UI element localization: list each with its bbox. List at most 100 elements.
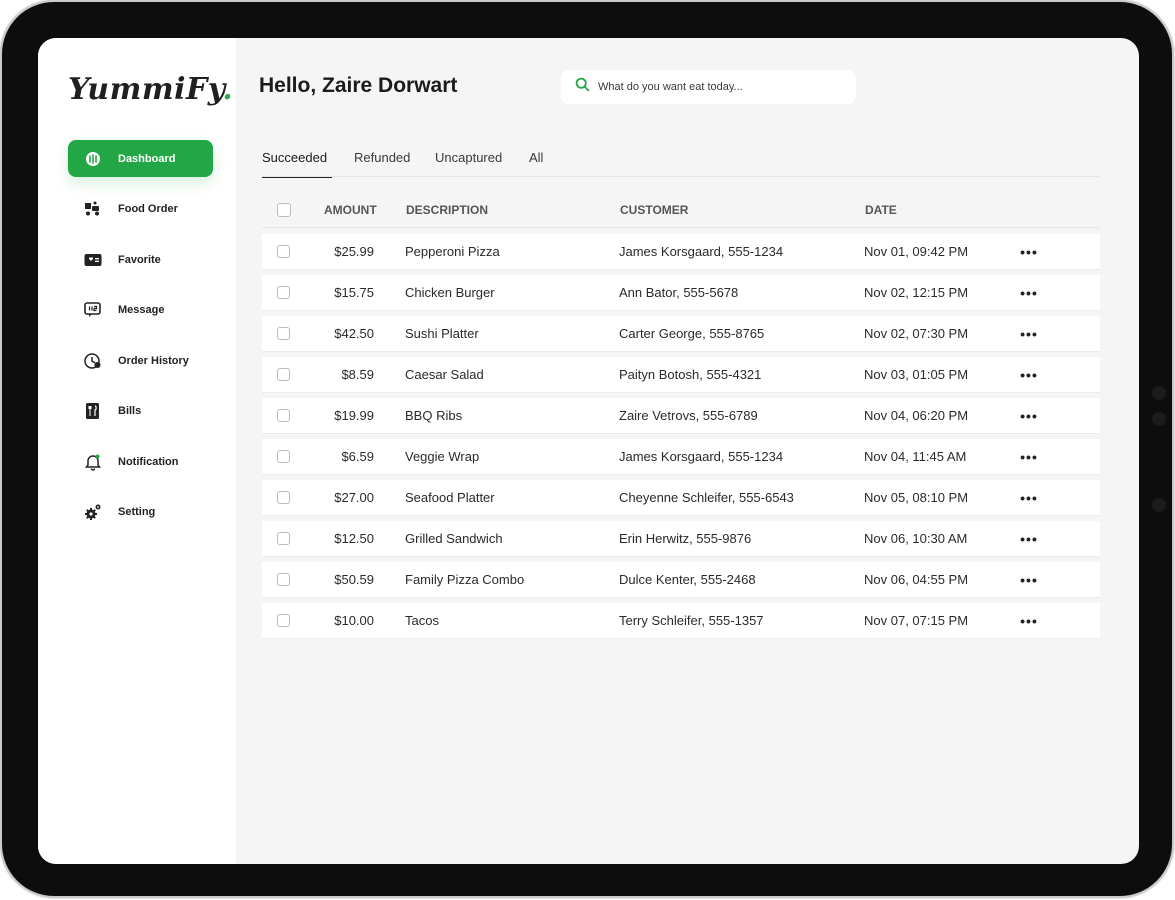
table-row[interactable]: $42.50 Sushi Platter Carter George, 555-…	[262, 316, 1100, 351]
date-cell: Nov 04, 11:45 AM	[864, 449, 967, 464]
more-options-button[interactable]: •••	[1016, 490, 1042, 506]
amount-cell: $10.00	[334, 613, 374, 628]
date-cell: Nov 04, 06:20 PM	[864, 408, 969, 423]
more-options-button[interactable]: •••	[1016, 531, 1042, 547]
customer-cell: Ann Bator, 555-5678	[619, 285, 739, 300]
row-checkbox[interactable]	[277, 286, 290, 299]
sidebar-item-label: Setting	[118, 506, 156, 518]
logo-text: YummiFy	[68, 72, 223, 107]
row-checkbox[interactable]	[277, 573, 290, 586]
more-options-button[interactable]: •••	[1016, 367, 1042, 383]
row-checkbox[interactable]	[277, 532, 290, 545]
table-row[interactable]: $15.75 Chicken Burger Ann Bator, 555-567…	[262, 275, 1100, 310]
customer-cell: Carter George, 555-8765	[619, 326, 765, 341]
more-options-button[interactable]: •••	[1016, 572, 1042, 588]
tablet-frame: YummiFy. Dashboard Food Order Favorite M…	[2, 2, 1172, 896]
tab-all[interactable]: All	[529, 142, 543, 177]
amount-cell: $42.50	[334, 326, 374, 341]
row-checkbox[interactable]	[277, 409, 290, 422]
column-header-customer[interactable]: CUSTOMER	[620, 203, 865, 217]
favorite-card-icon	[84, 251, 102, 269]
more-options-button[interactable]: •••	[1016, 613, 1042, 629]
row-select-cell	[262, 327, 305, 340]
customer-cell: James Korsgaard, 555-1234	[619, 449, 784, 464]
date-cell: Nov 07, 07:15 PM	[864, 613, 969, 628]
amount-cell: $15.75	[334, 285, 374, 300]
select-all-checkbox[interactable]	[277, 202, 291, 217]
date-cell: Nov 06, 10:30 AM	[864, 531, 968, 546]
column-header-date[interactable]: DATE	[865, 203, 1017, 217]
sidebar-item-label: Order History	[118, 354, 189, 367]
sidebar-item-food-order[interactable]: Food Order	[68, 191, 213, 228]
logo-dot: .	[222, 72, 234, 107]
sidebar-item-setting[interactable]: Setting	[68, 494, 213, 531]
table-row[interactable]: $50.59 Family Pizza Combo Dulce Kenter, …	[262, 562, 1100, 597]
row-checkbox[interactable]	[277, 245, 290, 258]
amount-cell: $27.00	[334, 490, 374, 505]
description-cell: Pepperoni Pizza	[405, 244, 500, 259]
sidebar: YummiFy. Dashboard Food Order Favorite M…	[38, 38, 236, 864]
table-row[interactable]: $27.00 Seafood Platter Cheyenne Schleife…	[262, 480, 1100, 515]
more-options-button[interactable]: •••	[1016, 408, 1042, 424]
description-cell: Veggie Wrap	[405, 449, 480, 464]
more-options-button[interactable]: •••	[1016, 244, 1042, 260]
amount-cell: $6.59	[341, 449, 374, 464]
transactions-table: AMOUNT DESCRIPTION CUSTOMER DATE $25.99 …	[262, 192, 1100, 638]
gear-icon	[84, 503, 102, 521]
table-row[interactable]: $6.59 Veggie Wrap James Korsgaard, 555-1…	[262, 439, 1100, 474]
sidebar-item-dashboard[interactable]: Dashboard	[68, 140, 213, 177]
search-icon	[575, 77, 590, 97]
column-header-description[interactable]: DESCRIPTION	[375, 203, 620, 217]
bills-icon	[84, 402, 102, 420]
date-cell: Nov 03, 01:05 PM	[864, 367, 969, 382]
filter-tabs: Succeeded Refunded Uncaptured All	[262, 142, 1100, 178]
column-header-amount[interactable]: AMOUNT	[305, 203, 377, 217]
search-input[interactable]	[598, 81, 838, 93]
delivery-icon	[84, 200, 102, 218]
sidebar-item-label: Dashboard	[118, 152, 176, 165]
sidebar-item-message[interactable]: Message	[68, 292, 213, 329]
row-select-cell	[262, 368, 305, 381]
sidebar-item-label: Message	[118, 304, 165, 316]
more-options-button[interactable]: •••	[1016, 285, 1042, 301]
row-checkbox[interactable]	[277, 491, 290, 504]
description-cell: Seafood Platter	[405, 490, 495, 505]
tab-uncaptured[interactable]: Uncaptured	[435, 142, 506, 177]
sidebar-item-label: Notification	[118, 455, 179, 468]
search-bar	[561, 70, 856, 104]
tab-succeeded[interactable]: Succeeded	[262, 142, 332, 178]
row-checkbox[interactable]	[277, 368, 290, 381]
table-row[interactable]: $12.50 Grilled Sandwich Erin Herwitz, 55…	[262, 521, 1100, 556]
tab-refunded[interactable]: Refunded	[354, 142, 412, 177]
table-row[interactable]: $25.99 Pepperoni Pizza James Korsgaard, …	[262, 234, 1100, 269]
description-cell: Grilled Sandwich	[405, 531, 503, 546]
sidebar-nav: Dashboard Food Order Favorite Message Or…	[68, 140, 213, 544]
description-cell: Family Pizza Combo	[405, 572, 525, 587]
sidebar-item-order-history[interactable]: Order History	[68, 342, 213, 379]
table-row[interactable]: $8.59 Caesar Salad Paityn Botosh, 555-43…	[262, 357, 1100, 392]
description-cell: Chicken Burger	[405, 285, 495, 300]
more-options-button[interactable]: •••	[1016, 449, 1042, 465]
message-icon	[84, 301, 102, 319]
table-row[interactable]: $10.00 Tacos Terry Schleifer, 555-1357 N…	[262, 603, 1100, 638]
row-select-cell	[262, 450, 305, 463]
row-checkbox[interactable]	[277, 327, 290, 340]
sidebar-item-favorite[interactable]: Favorite	[68, 241, 213, 278]
row-checkbox[interactable]	[277, 614, 290, 627]
date-cell: Nov 06, 04:55 PM	[864, 572, 969, 587]
order-history-icon	[84, 352, 102, 370]
description-cell: Tacos	[405, 613, 439, 628]
more-options-button[interactable]: •••	[1016, 326, 1042, 342]
date-cell: Nov 01, 09:42 PM	[864, 244, 969, 259]
row-checkbox[interactable]	[277, 450, 290, 463]
row-select-cell	[262, 409, 305, 422]
amount-cell: $19.99	[334, 408, 374, 423]
bell-icon	[84, 453, 102, 471]
row-select-cell	[262, 286, 305, 299]
sidebar-item-bills[interactable]: Bills	[68, 393, 213, 430]
sidebar-item-notification[interactable]: Notification	[68, 443, 213, 480]
date-cell: Nov 05, 08:10 PM	[864, 490, 969, 505]
device-button	[1152, 498, 1166, 512]
table-row[interactable]: $19.99 BBQ Ribs Zaire Vetrovs, 555-6789 …	[262, 398, 1100, 433]
customer-cell: Dulce Kenter, 555-2468	[619, 572, 756, 587]
